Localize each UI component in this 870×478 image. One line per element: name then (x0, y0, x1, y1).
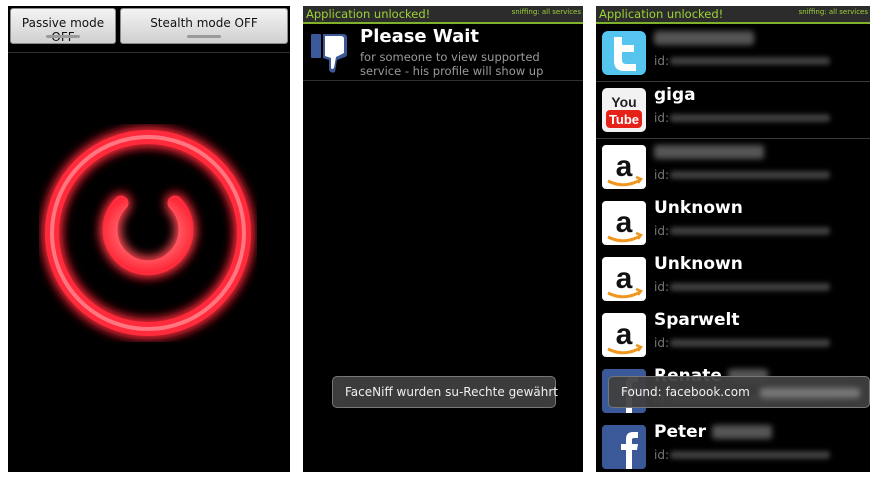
session-id-blurred (670, 114, 830, 122)
amazon-icon: a (602, 313, 646, 357)
power-icon (45, 130, 251, 336)
session-name: giga (654, 85, 696, 105)
session-row[interactable]: a Unknown id: (596, 251, 870, 308)
main-screen: Passive mode OFF Stealth mode OFF (8, 6, 290, 472)
svg-text:You: You (611, 94, 636, 110)
thumbs-down-icon (311, 34, 347, 73)
divider (8, 52, 290, 53)
id-label: id: (654, 168, 669, 182)
wait-subtitle: for someone to view supported service - … (360, 50, 544, 78)
power-button[interactable] (39, 124, 257, 342)
session-id-blurred (670, 171, 830, 179)
toast-notification: Found: facebook.com (608, 376, 870, 408)
id-label: id: (654, 111, 669, 125)
id-label: id: (654, 54, 669, 68)
stealth-mode-button[interactable]: Stealth mode OFF (120, 8, 288, 44)
status-title: Application unlocked! (306, 7, 431, 21)
svg-text:a: a (616, 206, 633, 239)
session-row[interactable]: a Unknown id: (596, 195, 870, 252)
toast-notification: FaceNiff wurden su-Rechte gewährt (332, 376, 558, 408)
session-row[interactable]: You Tube giga id: (596, 82, 870, 139)
session-name: Unknown (654, 254, 743, 274)
session-id-blurred (670, 339, 830, 347)
waiting-screen: Application unlocked! sniffing: all serv… (303, 6, 583, 472)
session-row[interactable]: Peter id: (596, 419, 870, 472)
captured-sessions-screen: Application unlocked! sniffing: all serv… (596, 6, 870, 472)
svg-text:a: a (616, 318, 633, 351)
svg-text:Tube: Tube (609, 112, 639, 127)
id-label: id: (654, 224, 669, 238)
facebook-icon (602, 425, 646, 469)
session-id-blurred (670, 227, 830, 235)
session-id-blurred (670, 57, 830, 65)
amazon-icon: a (602, 201, 646, 245)
status-bar: Application unlocked! sniffing: all serv… (303, 6, 583, 24)
id-label: id: (654, 448, 669, 462)
session-row[interactable]: id: (596, 25, 870, 82)
stealth-mode-indicator (187, 35, 221, 38)
session-name (654, 28, 754, 48)
session-id-blurred (670, 451, 830, 459)
twitter-icon (602, 31, 646, 75)
status-bar: Application unlocked! sniffing: all serv… (596, 6, 870, 24)
wait-item[interactable]: Please Wait for someone to view supporte… (303, 24, 583, 81)
wait-title: Please Wait (360, 26, 480, 47)
svg-text:a: a (616, 262, 633, 295)
amazon-icon: a (602, 257, 646, 301)
passive-mode-indicator (46, 35, 80, 38)
amazon-icon: a (602, 145, 646, 189)
passive-mode-button[interactable]: Passive mode OFF (10, 8, 116, 44)
session-name: Unknown (654, 198, 743, 218)
session-row[interactable]: a id: (596, 139, 870, 196)
session-row[interactable]: a Sparwelt id: (596, 307, 870, 364)
id-label: id: (654, 336, 669, 350)
session-name: Sparwelt (654, 310, 740, 330)
svg-text:a: a (616, 150, 633, 183)
passive-mode-label: Passive mode OFF (21, 16, 105, 44)
youtube-icon: You Tube (602, 88, 646, 132)
sniffing-status: sniffing: all services (511, 8, 581, 16)
session-id-blurred (670, 283, 830, 291)
session-name: Peter (654, 422, 772, 442)
sniffing-status: sniffing: all services (798, 8, 868, 16)
id-label: id: (654, 280, 669, 294)
session-name (654, 142, 764, 162)
stealth-mode-label: Stealth mode OFF (150, 16, 258, 30)
status-title: Application unlocked! (599, 7, 724, 21)
